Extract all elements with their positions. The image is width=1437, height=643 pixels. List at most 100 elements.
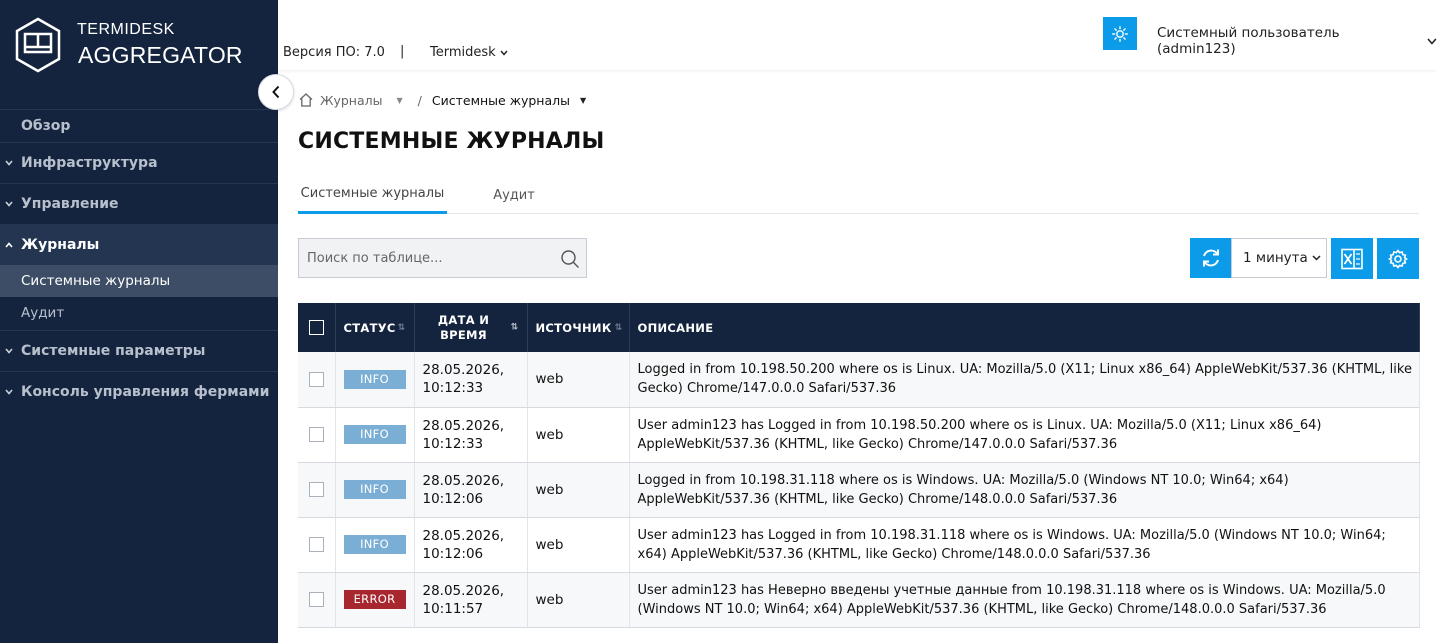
caret-down-icon[interactable]: ▼ — [580, 96, 586, 105]
table-header-row: СТАТУС ⇅ ДАТА И ВРЕМЯ ⇅ ИСТОЧНИК ⇅ ОПИСАНИЕ — [298, 303, 1420, 352]
row-description: User admin123 has Logged in from 10.198.… — [629, 517, 1420, 573]
sun-icon — [1112, 25, 1128, 42]
table-row[interactable]: INFO 28.05.2026, 10:12:06 web User admin1… — [298, 517, 1420, 573]
breadcrumb-current[interactable]: Системные журналы — [432, 93, 570, 108]
sidebar-item-overview[interactable]: Обзор — [0, 109, 278, 142]
row-time: 10:12:33 — [422, 380, 484, 397]
row-time: 10:11:57 — [422, 600, 484, 617]
sidebar-item-label: Обзор — [21, 118, 71, 134]
select-all-cell — [298, 303, 336, 352]
sidebar-item-management[interactable]: Управление — [0, 183, 278, 224]
row-source: web — [527, 407, 630, 463]
row-time: 10:12:33 — [422, 435, 484, 452]
row-checkbox[interactable] — [308, 537, 324, 552]
column-status[interactable]: СТАТУС ⇅ — [335, 303, 415, 352]
org-selector[interactable]: Termidesk — [430, 45, 508, 60]
column-label: СТАТУС — [343, 320, 396, 335]
user-menu[interactable]: Системный пользователь (admin123) — [1157, 25, 1437, 57]
sidebar: TERMIDESK AGGREGATOR Обзор Инфраструктур… — [0, 0, 278, 643]
sidebar-item-system-params[interactable]: Системные параметры — [0, 330, 278, 371]
top-bar: Версия ПО: 7.0 | Termidesk Системный пол… — [278, 0, 1437, 70]
breadcrumb-separator: / — [417, 92, 422, 108]
brand-line1: TERMIDESK — [77, 21, 175, 38]
row-checkbox[interactable] — [308, 371, 324, 387]
row-description: Logged in from 10.198.50.200 where os is… — [629, 352, 1420, 408]
row-checkbox[interactable] — [308, 592, 324, 607]
row-date: 28.05.2026, — [422, 582, 505, 599]
chevron-down-icon — [5, 388, 13, 396]
page-title: СИСТЕМНЫЕ ЖУРНАЛЫ — [298, 129, 605, 154]
caret-down-icon[interactable]: ▼ — [397, 96, 403, 105]
table-settings-button[interactable] — [1377, 238, 1419, 279]
row-date: 28.05.2026, — [422, 472, 505, 489]
column-label: ДАТА И ВРЕМЯ — [437, 312, 490, 342]
tab-audit[interactable]: Аудит — [474, 176, 554, 214]
sidebar-item-journals[interactable]: Журналы — [0, 224, 278, 265]
chevron-down-icon — [500, 50, 508, 56]
chevron-down-icon — [5, 347, 13, 355]
sidebar-item-label: Инфраструктура — [21, 155, 158, 171]
excel-icon — [1341, 248, 1363, 269]
column-description: ОПИСАНИЕ — [629, 303, 1420, 352]
sort-icon[interactable]: ⇅ — [615, 323, 623, 333]
status-badge: ERROR — [343, 590, 406, 609]
table-row[interactable]: INFO 28.05.2026, 10:12:33 web Logged in f… — [298, 352, 1420, 408]
chevron-down-icon — [5, 200, 13, 208]
chevron-down-icon — [5, 159, 13, 167]
row-date: 28.05.2026, — [422, 417, 505, 434]
column-date[interactable]: ДАТА И ВРЕМЯ ⇅ — [414, 303, 528, 352]
sidebar-subitem-label: Системные журналы — [21, 273, 171, 289]
sidebar-item-infrastructure[interactable]: Инфраструктура — [0, 142, 278, 183]
brand-line2: AGGREGATOR — [78, 42, 243, 68]
table-row[interactable]: INFO 28.05.2026, 10:12:33 web User admin1… — [298, 407, 1420, 463]
row-date: 28.05.2026, — [422, 362, 505, 379]
row-source: web — [527, 352, 630, 408]
tab-system-logs[interactable]: Системные журналы — [298, 176, 447, 214]
breadcrumb-parent[interactable]: Журналы — [320, 93, 383, 108]
row-description: Logged in from 10.198.31.118 where os is… — [629, 462, 1420, 518]
status-badge: INFO — [343, 535, 406, 554]
refresh-button[interactable] — [1190, 238, 1231, 278]
sidebar-item-label: Журналы — [21, 237, 100, 253]
logs-table: СТАТУС ⇅ ДАТА И ВРЕМЯ ⇅ ИСТОЧНИК ⇅ ОПИСАНИЕ… — [298, 303, 1420, 628]
row-description: User admin123 has Logged in from 10.198.… — [629, 407, 1420, 463]
search-input[interactable] — [299, 239, 586, 277]
sidebar-subitem-system-logs[interactable]: Системные журналы — [0, 265, 278, 297]
row-source: web — [527, 517, 630, 573]
sort-icon[interactable]: ⇅ — [511, 320, 519, 335]
sidebar-subitem-audit[interactable]: Аудит — [0, 297, 278, 329]
sidebar-item-farm-console[interactable]: Консоль управления фермами — [0, 371, 278, 412]
search-icon[interactable] — [560, 249, 580, 269]
software-version: Версия ПО: 7.0 — [283, 45, 385, 60]
sort-icon[interactable]: ⇅ — [398, 323, 406, 333]
brand-logo[interactable]: TERMIDESK AGGREGATOR — [14, 17, 243, 77]
status-badge: INFO — [343, 425, 406, 444]
sidebar-item-label: Консоль управления фермами — [21, 384, 270, 400]
column-label: ИСТОЧНИК — [535, 320, 612, 335]
table-row[interactable]: ERROR 28.05.2026, 10:11:57 web User admin… — [298, 572, 1420, 628]
sidebar-nav: Обзор Инфраструктура Управление Журналы … — [0, 109, 278, 412]
chevron-down-icon — [1427, 38, 1437, 45]
table-row[interactable]: INFO 28.05.2026, 10:12:06 web Logged in f… — [298, 462, 1420, 518]
refresh-interval-select[interactable]: 1 минута — [1231, 238, 1327, 278]
sidebar-collapse-button[interactable] — [258, 74, 294, 110]
row-time: 10:12:06 — [422, 490, 484, 507]
row-checkbox[interactable] — [308, 482, 324, 497]
home-icon[interactable] — [298, 92, 314, 108]
row-checkbox[interactable] — [308, 427, 324, 442]
chevron-down-icon — [1312, 255, 1321, 261]
export-excel-button[interactable] — [1331, 238, 1373, 279]
column-source[interactable]: ИСТОЧНИК ⇅ — [527, 303, 630, 352]
theme-toggle-button[interactable] — [1103, 17, 1137, 50]
refresh-icon — [1202, 249, 1219, 267]
select-all-checkbox[interactable] — [308, 320, 324, 335]
sidebar-subitem-label: Аудит — [21, 305, 65, 321]
header-separator: | — [400, 44, 405, 59]
row-date: 28.05.2026, — [422, 527, 505, 544]
user-name: Системный пользователь (admin123) — [1157, 25, 1340, 57]
sidebar-item-label: Управление — [21, 196, 119, 212]
sidebar-item-label: Системные параметры — [21, 343, 206, 359]
table-search — [298, 238, 587, 278]
gear-icon — [1388, 248, 1408, 269]
column-label: ОПИСАНИЕ — [637, 320, 714, 335]
